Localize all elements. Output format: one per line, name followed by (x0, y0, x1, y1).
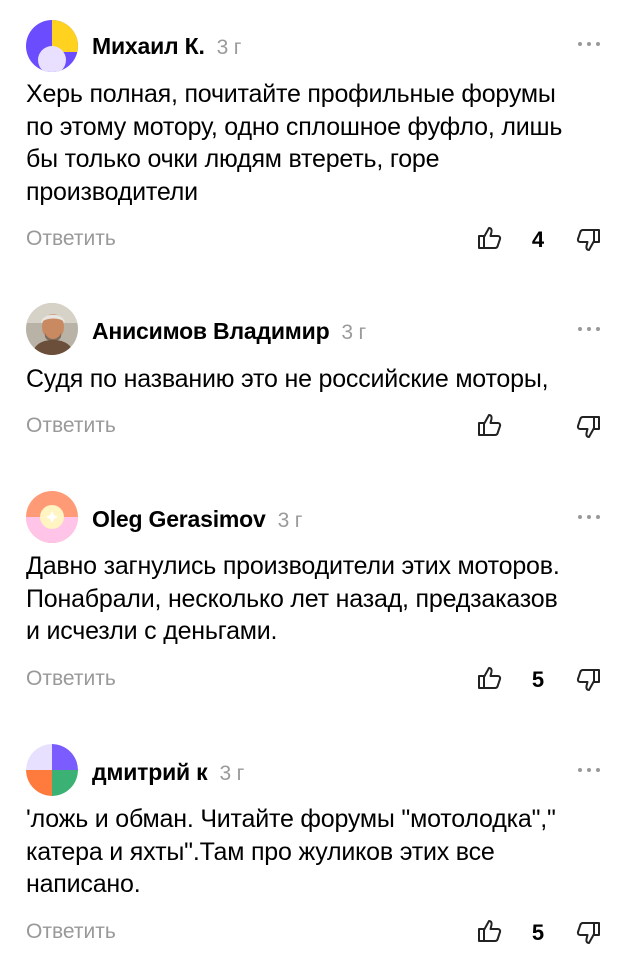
comment-text: 'ложь и обман. Читайте форумы "мотолодка… (26, 805, 556, 898)
comment-time: 3 г (216, 36, 242, 59)
comment-time: 3 г (219, 762, 245, 785)
thumbs-up-icon[interactable] (477, 412, 503, 438)
thumbs-up-icon[interactable] (477, 665, 503, 691)
thumbs-up-icon[interactable] (477, 918, 503, 944)
thumbs-down-icon[interactable] (575, 414, 601, 440)
avatar[interactable] (26, 744, 78, 796)
author-name[interactable]: Анисимов Владимир (92, 318, 330, 344)
author-name[interactable]: дмитрий к (92, 759, 208, 785)
comment-author[interactable]: Oleg Gerasimov 3 г (92, 506, 302, 533)
more-options-icon[interactable] (578, 319, 600, 339)
comment-author[interactable]: Михаил К. 3 г (92, 33, 241, 60)
thumbs-down-icon[interactable] (575, 227, 601, 253)
avatar[interactable] (26, 303, 78, 355)
comment-text: Херь полная, почитайте профильные форумы… (26, 80, 563, 206)
more-options-icon[interactable] (578, 507, 600, 527)
author-name[interactable]: Oleg Gerasimov (92, 506, 266, 532)
comment-time: 3 г (341, 321, 366, 344)
reply-button[interactable]: Ответить (26, 667, 116, 691)
like-count: 5 (531, 920, 545, 945)
avatar[interactable] (26, 491, 78, 543)
thumbs-up-icon[interactable] (477, 225, 503, 251)
more-options-icon[interactable] (578, 760, 600, 780)
reply-button[interactable]: Ответить (26, 920, 116, 944)
comment-text: Давно загнулись производители этих мотор… (26, 552, 560, 645)
avatar[interactable] (26, 20, 78, 72)
like-count: 5 (531, 667, 545, 692)
more-options-icon[interactable] (578, 34, 600, 54)
thumbs-down-icon[interactable] (575, 667, 601, 693)
like-count: 4 (531, 227, 545, 252)
comment-text: Судя по названию это не российские мотор… (26, 365, 549, 393)
reply-button[interactable]: Ответить (26, 414, 116, 438)
reply-button[interactable]: Ответить (26, 227, 116, 251)
comment-author[interactable]: дмитрий к 3 г (92, 759, 244, 786)
thumbs-down-icon[interactable] (575, 920, 601, 946)
comment-author[interactable]: Анисимов Владимир 3 г (92, 318, 366, 345)
author-name[interactable]: Михаил К. (92, 33, 205, 59)
comment-time: 3 г (277, 509, 303, 532)
